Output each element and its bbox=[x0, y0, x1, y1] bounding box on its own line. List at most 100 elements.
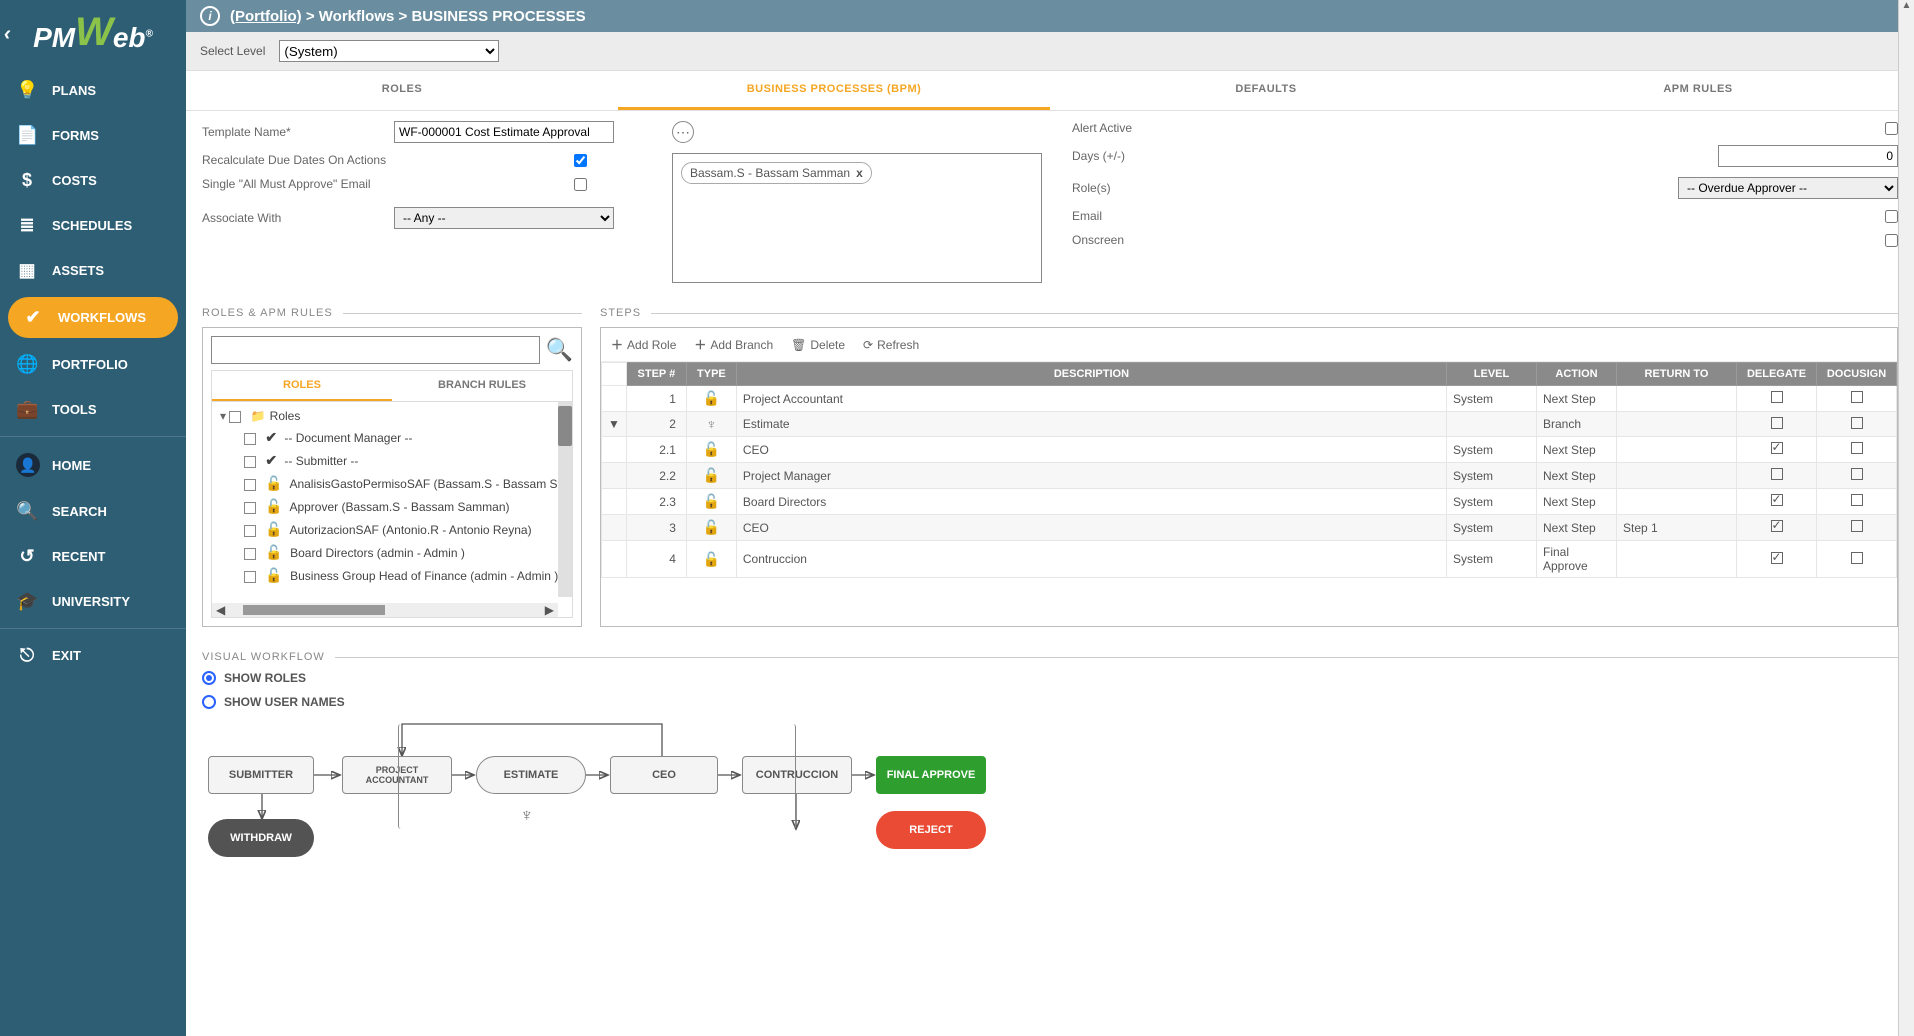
roles-search-input[interactable] bbox=[211, 336, 540, 364]
more-options-icon[interactable]: ⋯ bbox=[672, 121, 694, 143]
collapse-sidebar-icon[interactable]: ‹ bbox=[4, 23, 11, 46]
subtab-roles[interactable]: ROLES bbox=[212, 371, 392, 401]
subtab-branch-rules[interactable]: BRANCH RULES bbox=[392, 371, 572, 401]
email-checkbox[interactable] bbox=[1885, 210, 1898, 223]
table-row[interactable]: 2.1🔓CEOSystemNext Step bbox=[602, 437, 1897, 463]
tree-item[interactable]: 🔓 Approver (Bassam.S - Bassam Samman) bbox=[216, 495, 568, 518]
node-contruccion[interactable]: CONTRUCCION bbox=[742, 756, 852, 794]
main-tabs: ROLES BUSINESS PROCESSES (BPM) DEFAULTS … bbox=[186, 71, 1914, 111]
info-icon[interactable]: i bbox=[200, 6, 220, 26]
tree-item[interactable]: ✔ -- Submitter -- bbox=[216, 449, 568, 472]
nav-schedules[interactable]: ≣SCHEDULES bbox=[0, 203, 186, 248]
associate-with-label: Associate With bbox=[202, 211, 382, 225]
nav-icon: $ bbox=[16, 170, 38, 191]
table-row[interactable]: 4🔓ContruccionSystemFinal Approve bbox=[602, 541, 1897, 578]
steps-table: STEP # TYPE DESCRIPTION LEVEL ACTION RET… bbox=[601, 362, 1897, 578]
nav-icon: 🎓 bbox=[16, 591, 38, 612]
visual-section-title: VISUAL WORKFLOW bbox=[202, 651, 325, 663]
nav-tools[interactable]: 💼TOOLS bbox=[0, 387, 186, 432]
nav-icon: ↺ bbox=[16, 546, 38, 567]
alert-active-checkbox[interactable] bbox=[1885, 122, 1898, 135]
add-branch-button[interactable]: ＋Add Branch bbox=[694, 336, 773, 353]
nav-workflows[interactable]: ✔WORKFLOWS bbox=[8, 297, 178, 338]
table-row[interactable]: 2.3🔓Board DirectorsSystemNext Step bbox=[602, 489, 1897, 515]
tree-vscrollbar[interactable] bbox=[558, 402, 572, 597]
node-estimate[interactable]: ESTIMATE bbox=[476, 756, 586, 794]
node-reject[interactable]: REJECT bbox=[876, 811, 986, 849]
sidebar: ‹ PMWeb® 💡PLANS📄FORMS$COSTS≣SCHEDULES▦AS… bbox=[0, 0, 186, 1036]
nav-forms[interactable]: 📄FORMS bbox=[0, 113, 186, 158]
nav-icon: 👤 bbox=[16, 453, 38, 477]
onscreen-label: Onscreen bbox=[1072, 233, 1252, 247]
nav-assets[interactable]: ▦ASSETS bbox=[0, 248, 186, 293]
tab-roles[interactable]: ROLES bbox=[186, 71, 618, 110]
workflow-diagram: SUBMITTER WITHDRAW PROJECT ACCOUNTANT ES… bbox=[202, 709, 1898, 879]
associate-with-dropdown[interactable]: -- Any -- bbox=[394, 207, 614, 229]
table-row[interactable]: 1🔓Project AccountantSystemNext Step bbox=[602, 386, 1897, 412]
nav-plans[interactable]: 💡PLANS bbox=[0, 68, 186, 113]
nav-search[interactable]: 🔍SEARCH bbox=[0, 489, 186, 534]
node-submitter[interactable]: SUBMITTER bbox=[208, 756, 314, 794]
show-users-radio[interactable] bbox=[202, 695, 216, 709]
page-vscrollbar[interactable]: ▲ bbox=[1898, 0, 1914, 1036]
tree-item[interactable]: 🔓 AnalisisGastoPermisoSAF (Bassam.S - Ba… bbox=[216, 472, 568, 495]
add-role-button[interactable]: ＋Add Role bbox=[611, 336, 676, 353]
roles-tree[interactable]: ▾ 📁Roles ✔ -- Document Manager -- ✔ -- S… bbox=[211, 402, 573, 618]
single-approve-checkbox[interactable] bbox=[574, 178, 587, 191]
node-final-approve[interactable]: FINAL APPROVE bbox=[876, 756, 986, 794]
nav-icon: 💡 bbox=[16, 80, 38, 101]
breadcrumb-root[interactable]: (Portfolio) bbox=[230, 8, 302, 25]
nav-icon: ⎋ bbox=[16, 645, 38, 666]
tab-apm-rules[interactable]: APM RULES bbox=[1482, 71, 1914, 110]
nav-costs[interactable]: $COSTS bbox=[0, 158, 186, 203]
tree-hscrollbar[interactable]: ◀▶ bbox=[212, 603, 558, 617]
tab-bpm[interactable]: BUSINESS PROCESSES (BPM) bbox=[618, 71, 1050, 110]
template-name-input[interactable] bbox=[394, 121, 614, 143]
nav-icon: 💼 bbox=[16, 399, 38, 420]
nav-recent[interactable]: ↺RECENT bbox=[0, 534, 186, 579]
nav-portfolio[interactable]: 🌐PORTFOLIO bbox=[0, 342, 186, 387]
table-row[interactable]: 2.2🔓Project ManagerSystemNext Step bbox=[602, 463, 1897, 489]
remove-manager-icon[interactable]: x bbox=[856, 166, 863, 180]
onscreen-checkbox[interactable] bbox=[1885, 234, 1898, 247]
nav-icon: 📄 bbox=[16, 125, 38, 146]
show-roles-radio[interactable] bbox=[202, 671, 216, 685]
email-label: Email bbox=[1072, 209, 1252, 223]
table-row[interactable]: 3🔓CEOSystemNext StepStep 1 bbox=[602, 515, 1897, 541]
manager-chip: Bassam.S - Bassam Samman x bbox=[681, 162, 872, 184]
roles-dropdown[interactable]: -- Overdue Approver -- bbox=[1678, 177, 1898, 199]
alert-active-label: Alert Active bbox=[1072, 121, 1252, 135]
tree-item[interactable]: ✔ -- Document Manager -- bbox=[216, 426, 568, 449]
delete-button[interactable]: 🗑 Delete bbox=[791, 336, 845, 353]
nav-icon: ▦ bbox=[16, 260, 38, 281]
breadcrumb-current: BUSINESS PROCESSES bbox=[411, 8, 585, 25]
tab-defaults[interactable]: DEFAULTS bbox=[1050, 71, 1482, 110]
nav-icon: 🌐 bbox=[16, 354, 38, 375]
table-row[interactable]: ▼2♆EstimateBranch bbox=[602, 412, 1897, 437]
nav-university[interactable]: 🎓UNIVERSITY bbox=[0, 579, 186, 624]
logo: ‹ PMWeb® bbox=[0, 0, 186, 68]
nav-icon: ✔ bbox=[22, 307, 44, 328]
refresh-button[interactable]: ⟳ Refresh bbox=[863, 336, 919, 353]
node-project-accountant[interactable]: PROJECT ACCOUNTANT bbox=[342, 756, 452, 794]
template-name-label: Template Name* bbox=[202, 125, 382, 139]
search-icon[interactable]: 🔍 bbox=[546, 337, 573, 363]
nav-icon: ≣ bbox=[16, 215, 38, 236]
steps-section-title: STEPS bbox=[600, 307, 641, 319]
days-input[interactable] bbox=[1718, 145, 1898, 167]
document-manager-box[interactable]: Bassam.S - Bassam Samman x bbox=[672, 153, 1042, 283]
select-level-dropdown[interactable]: (System) bbox=[279, 40, 499, 62]
node-withdraw[interactable]: WITHDRAW bbox=[208, 819, 314, 857]
roles-section-title: ROLES & APM RULES bbox=[202, 307, 333, 319]
select-level-label: Select Level bbox=[200, 44, 265, 58]
nav-home[interactable]: 👤HOME bbox=[0, 441, 186, 489]
tree-item[interactable]: 🔓 AutorizacionSAF (Antonio.R - Antonio R… bbox=[216, 518, 568, 541]
node-ceo[interactable]: CEO bbox=[610, 756, 718, 794]
recalc-checkbox[interactable] bbox=[574, 154, 587, 167]
single-approve-label: Single "All Must Approve" Email bbox=[202, 177, 562, 191]
nav-exit[interactable]: ⎋EXIT bbox=[0, 633, 186, 678]
level-row: Select Level (System) bbox=[186, 32, 1914, 71]
nav-icon: 🔍 bbox=[16, 501, 38, 522]
tree-item[interactable]: 🔓 Business Group Head of Finance (admin … bbox=[216, 564, 568, 587]
tree-item[interactable]: 🔓 Board Directors (admin - Admin ) bbox=[216, 541, 568, 564]
